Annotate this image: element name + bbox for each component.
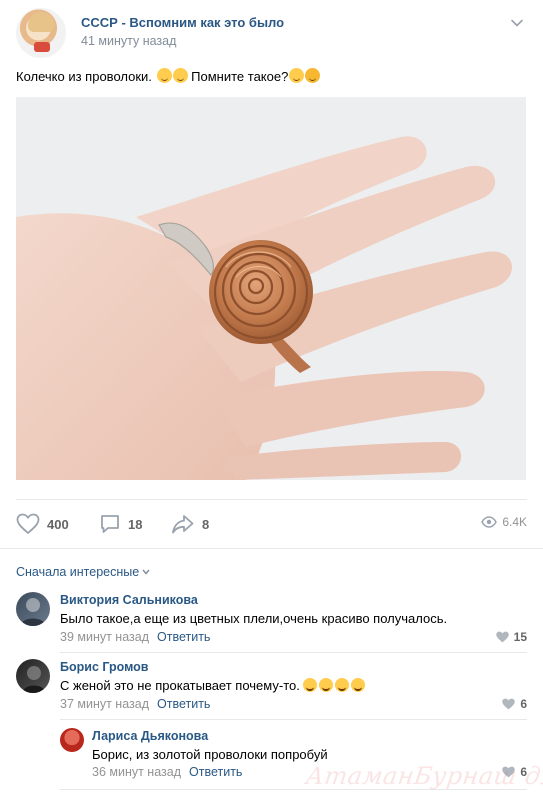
rofl-emoji [303,678,318,692]
comment-time[interactable]: 37 минут назад [60,697,149,711]
rofl-emoji [335,678,350,692]
heart-eyes-emoji [305,68,321,83]
comment-text-row: С женой это не прокатывает почему-то. [60,678,367,693]
chevron-down-icon [142,569,150,575]
views-count: 6.4K [502,515,527,529]
comment-text: Борис, из золотой проволоки попробуй [92,747,328,762]
comment-like-count: 6 [520,697,527,711]
post-text: Колечко из проволоки. Помните такое? [16,68,321,86]
heart-icon [502,698,516,710]
post-text-part1: Колечко из проволоки. [16,69,152,84]
views-counter: 6.4K [481,515,527,529]
reply-button[interactable]: Ответить [157,697,210,711]
comment-time[interactable]: 39 минут назад [60,630,149,644]
group-avatar[interactable] [16,8,66,58]
comment-meta: 36 минут назад Ответить [92,765,242,779]
like-count: 400 [47,516,69,532]
comment-author[interactable]: Лариса Дьяконова [92,729,208,743]
comment-like-count: 15 [513,630,527,644]
avatar[interactable] [60,728,84,752]
comment: Борис Громов С женой это не прокатывает … [16,659,527,719]
comments-sort-dropdown[interactable]: Сначала интересные [16,565,150,579]
comment-text: С женой это не прокатывает почему-то. [60,678,300,693]
comment: Виктория Сальникова Было такое,а еще из … [16,592,527,652]
chevron-down-icon[interactable] [510,16,524,30]
comment-icon [101,515,119,533]
comment-divider [60,652,527,653]
post-text-part2: Помните такое? [191,69,289,84]
comment-meta: 39 минут назад Ответить [60,630,210,644]
share-button[interactable]: 8 [171,506,209,542]
comment-author[interactable]: Борис Громов [60,660,148,674]
like-button[interactable]: 400 [16,506,69,542]
hand-ring-photo-icon [16,97,526,480]
post-photo[interactable] [16,97,526,480]
reply-button[interactable]: Ответить [157,630,210,644]
smile-emoji [156,68,172,83]
rofl-emoji [351,678,366,692]
actions-divider [0,548,543,549]
avatar[interactable] [16,659,50,693]
thinking-emoji [289,68,305,83]
heart-icon [16,513,40,535]
comment-like-button[interactable]: 15 [495,630,527,644]
post-header: СССР - Вспомним как это было 41 минуту н… [16,8,527,60]
group-name[interactable]: СССР - Вспомним как это было [81,15,284,30]
comment-time[interactable]: 36 минут назад [92,765,181,779]
comment-text: Было такое,а еще из цветных плели,очень … [60,611,448,626]
heart-icon [495,631,509,643]
comment-author[interactable]: Виктория Сальникова [60,593,198,607]
hug-emoji [172,68,188,83]
post-actions: 400 18 8 6.4K [16,506,527,542]
comment-meta: 37 минут назад Ответить [60,697,210,711]
comment-divider [60,719,527,720]
post-time[interactable]: 41 минуту назад [81,34,176,48]
rofl-emoji [319,678,334,692]
avatar[interactable] [16,592,50,626]
comment-button[interactable]: 18 [99,506,142,542]
comments-sort-label: Сначала интересные [16,565,140,579]
comment-count: 18 [128,516,143,532]
post-divider [16,499,527,500]
share-icon [172,515,194,534]
share-count: 8 [202,516,210,532]
eye-icon [481,516,498,528]
watermark: АтаманБурнаш для ЯП [304,762,543,790]
reply-button[interactable]: Ответить [189,765,242,779]
comment-like-button[interactable]: 6 [502,697,527,711]
